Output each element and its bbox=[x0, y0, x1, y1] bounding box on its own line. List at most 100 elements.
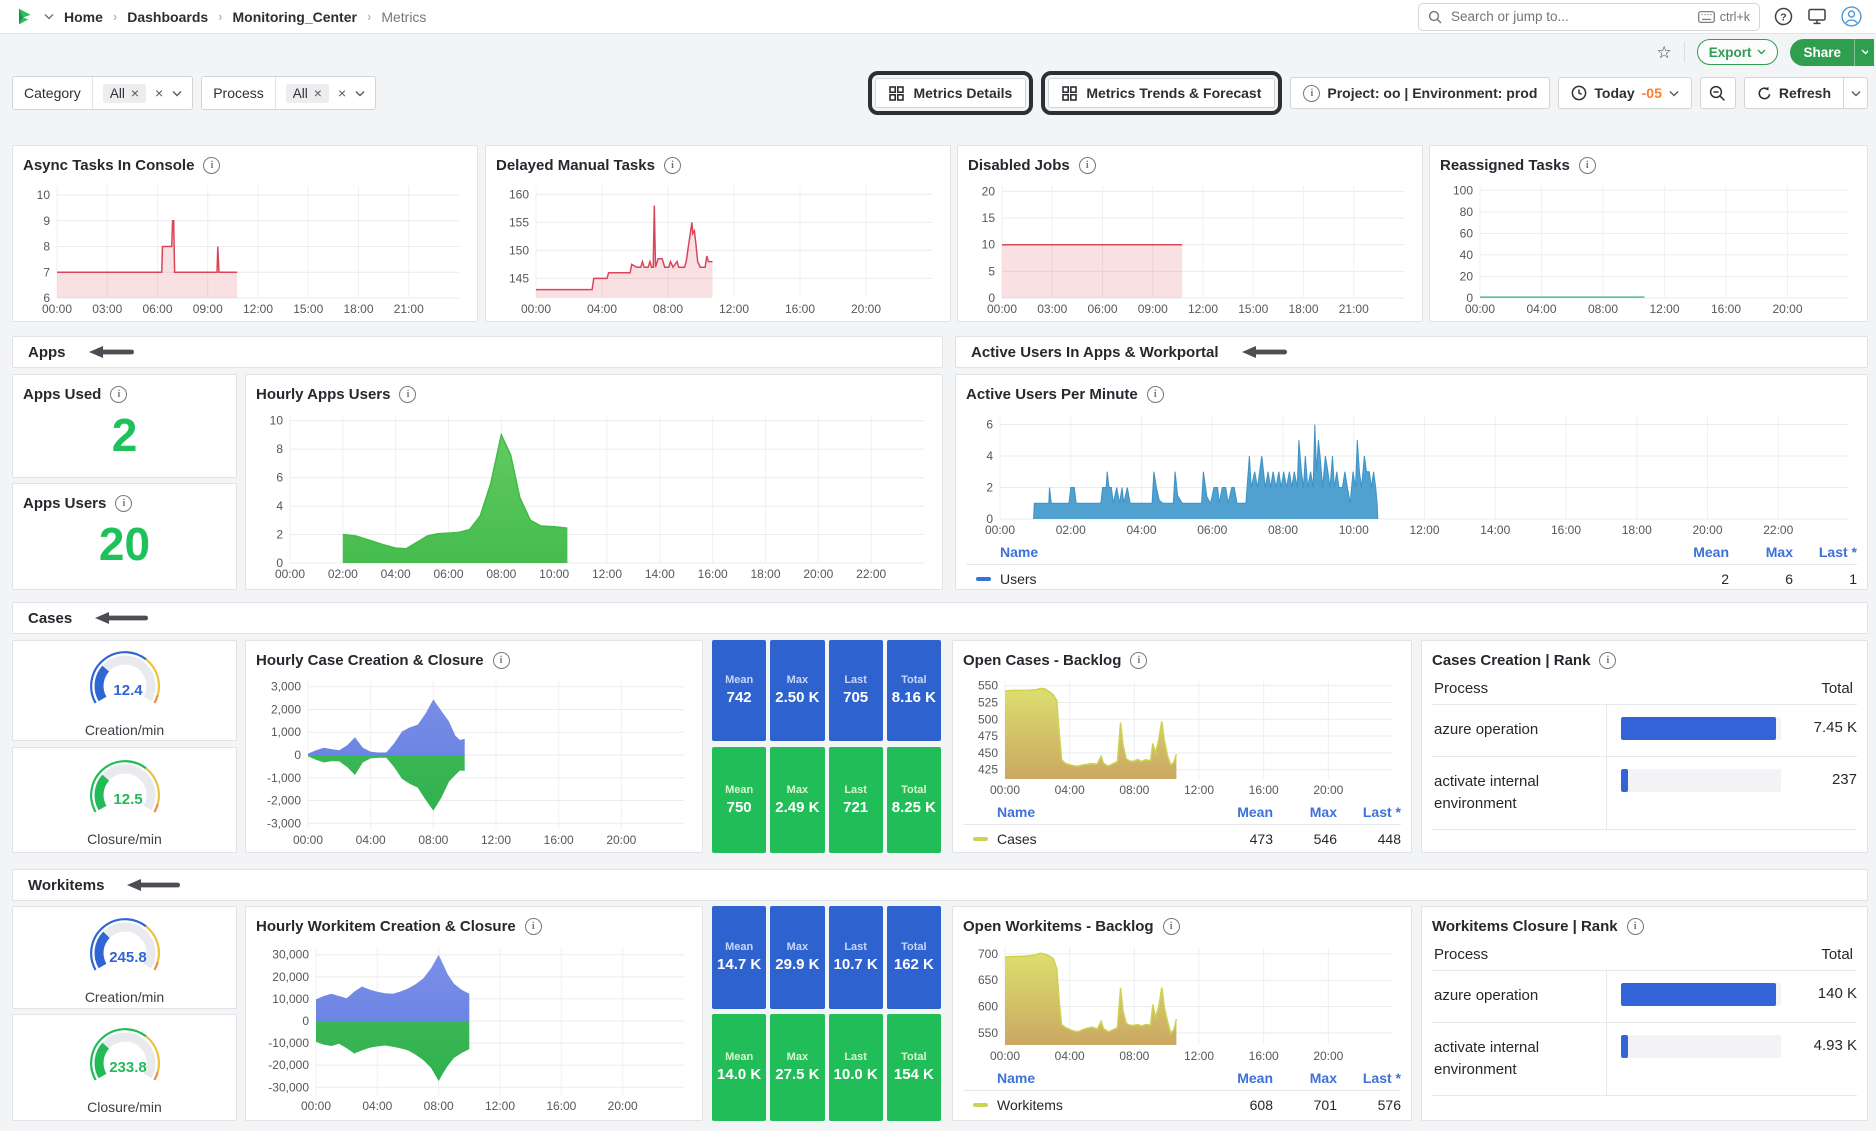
legend-col-name[interactable]: Name bbox=[963, 804, 1209, 820]
info-icon[interactable]: i bbox=[1627, 918, 1644, 935]
panel-title[interactable]: Apps Users bbox=[23, 495, 106, 512]
grafana-logo-icon[interactable] bbox=[14, 7, 34, 27]
panel-title[interactable]: Apps Used bbox=[23, 386, 101, 403]
info-icon[interactable]: i bbox=[399, 386, 416, 403]
stat-tile[interactable]: Max2.49 K bbox=[770, 747, 824, 853]
category-filter-chip[interactable]: All× bbox=[103, 84, 146, 103]
stat-tile[interactable]: Mean14.7 K bbox=[712, 906, 766, 1009]
rank-row[interactable]: activate internal environment 237 bbox=[1432, 757, 1857, 830]
legend-col-last[interactable]: Last * bbox=[1337, 1070, 1401, 1086]
legend-col-mean[interactable]: Mean bbox=[1209, 804, 1273, 820]
info-icon[interactable]: i bbox=[493, 652, 510, 669]
stat-tile[interactable]: Max2.50 K bbox=[770, 640, 824, 741]
search-input[interactable] bbox=[1449, 8, 1691, 25]
share-button[interactable]: Share bbox=[1790, 39, 1854, 66]
legend-col-mean[interactable]: Mean bbox=[1209, 1070, 1273, 1086]
stat-tile[interactable]: Total162 K bbox=[887, 906, 941, 1009]
open-workitems-chart[interactable]: 00:0004:0008:0012:0016:0020:005506006507… bbox=[963, 939, 1401, 1065]
chevron-down-icon[interactable] bbox=[355, 90, 365, 97]
stat-tile[interactable]: Last10.7 K bbox=[829, 906, 883, 1009]
stat-tile[interactable]: Mean14.0 K bbox=[712, 1014, 766, 1121]
info-icon[interactable]: i bbox=[203, 157, 220, 174]
info-icon[interactable]: i bbox=[1599, 652, 1616, 669]
section-header-cases[interactable]: Cases bbox=[12, 602, 1868, 634]
info-icon[interactable]: i bbox=[1163, 918, 1180, 935]
category-filter[interactable]: Category All× × bbox=[12, 76, 193, 110]
legend-row-users[interactable]: Users 2 6 1 bbox=[966, 564, 1857, 590]
panel-title[interactable]: Hourly Apps Users bbox=[256, 386, 390, 403]
hourly-case-chart[interactable]: 00:0004:0008:0012:0016:0020:003,0002,000… bbox=[256, 673, 692, 849]
process-filter-chip[interactable]: All× bbox=[286, 84, 329, 103]
legend-col-last[interactable]: Last * bbox=[1793, 544, 1857, 560]
info-icon[interactable]: i bbox=[664, 157, 681, 174]
legend-col-max[interactable]: Max bbox=[1273, 804, 1337, 820]
time-range-picker[interactable]: Today -05 bbox=[1558, 77, 1691, 109]
share-menu-button[interactable] bbox=[1854, 39, 1874, 66]
favorite-star-icon[interactable]: ☆ bbox=[1656, 44, 1671, 61]
panel-title[interactable]: Workitems Closure | Rank bbox=[1432, 918, 1618, 935]
panel-title[interactable]: Hourly Workitem Creation & Closure bbox=[256, 918, 516, 935]
hourly-workitem-chart[interactable]: 00:0004:0008:0012:0016:0020:0030,00020,0… bbox=[256, 939, 692, 1115]
info-icon[interactable]: i bbox=[1130, 652, 1147, 669]
stat-tile[interactable]: Total154 K bbox=[887, 1014, 941, 1121]
section-header-apps[interactable]: Apps bbox=[12, 336, 943, 368]
stat-tile[interactable]: Total8.25 K bbox=[887, 747, 941, 853]
panel-title[interactable]: Delayed Manual Tasks bbox=[496, 157, 655, 174]
legend-col-last[interactable]: Last * bbox=[1337, 804, 1401, 820]
async-tasks-chart[interactable]: 00:0003:0006:0009:0012:0015:0018:0021:00… bbox=[23, 178, 467, 318]
metrics-details-button[interactable]: Metrics Details bbox=[875, 78, 1026, 108]
info-icon[interactable]: i bbox=[115, 495, 132, 512]
stat-tile[interactable]: Max29.9 K bbox=[770, 906, 824, 1009]
info-icon[interactable]: i bbox=[1579, 157, 1596, 174]
breadcrumb-monitoring-center[interactable]: Monitoring_Center bbox=[233, 9, 357, 25]
info-icon[interactable]: i bbox=[1147, 386, 1164, 403]
delayed-manual-tasks-chart[interactable]: 00:0004:0008:0012:0016:0020:001451501551… bbox=[496, 178, 940, 318]
legend-row-workitems[interactable]: Workitems 608 701 576 bbox=[963, 1090, 1401, 1119]
panel-title[interactable]: Cases Creation | Rank bbox=[1432, 652, 1590, 669]
breadcrumb-home[interactable]: Home bbox=[64, 9, 103, 25]
breadcrumb-dashboards[interactable]: Dashboards bbox=[127, 9, 208, 25]
clear-filter-icon[interactable]: × bbox=[155, 86, 163, 100]
stat-tile[interactable]: Last705 bbox=[829, 640, 883, 741]
reassigned-tasks-chart[interactable]: 00:0004:0008:0012:0016:0020:000204060801… bbox=[1440, 178, 1857, 318]
info-icon[interactable]: i bbox=[110, 386, 127, 403]
user-avatar[interactable] bbox=[1841, 6, 1862, 27]
clear-filter-icon[interactable]: × bbox=[338, 86, 346, 100]
remove-value-icon[interactable]: × bbox=[314, 86, 322, 100]
legend-col-name[interactable]: Name bbox=[963, 1070, 1209, 1086]
panel-title[interactable]: Reassigned Tasks bbox=[1440, 157, 1570, 174]
panel-title[interactable]: Disabled Jobs bbox=[968, 157, 1070, 174]
section-header-workitems[interactable]: Workitems bbox=[12, 869, 1868, 901]
metrics-trends-forecast-button[interactable]: Metrics Trends & Forecast bbox=[1048, 78, 1275, 108]
process-filter[interactable]: Process All× × bbox=[201, 76, 376, 110]
panel-title[interactable]: Active Users Per Minute bbox=[966, 386, 1138, 403]
panel-title[interactable]: Open Workitems - Backlog bbox=[963, 918, 1154, 935]
hourly-apps-users-chart[interactable]: 00:0002:0004:0006:0008:0010:0012:0014:00… bbox=[256, 407, 932, 583]
disabled-jobs-chart[interactable]: 00:0003:0006:0009:0012:0015:0018:0021:00… bbox=[968, 178, 1412, 318]
search-box[interactable]: ctrl+k bbox=[1418, 3, 1760, 31]
panel-title[interactable]: Async Tasks In Console bbox=[23, 157, 194, 174]
export-button[interactable]: Export bbox=[1697, 39, 1779, 65]
refresh-button[interactable]: Refresh bbox=[1744, 77, 1844, 109]
zoom-out-button[interactable] bbox=[1700, 77, 1736, 109]
stat-tile[interactable]: Total8.16 K bbox=[887, 640, 941, 741]
info-icon[interactable]: i bbox=[1079, 157, 1096, 174]
info-icon[interactable]: i bbox=[525, 918, 542, 935]
panel-title[interactable]: Open Cases - Backlog bbox=[963, 652, 1121, 669]
legend-col-max[interactable]: Max bbox=[1273, 1070, 1337, 1086]
stat-tile[interactable]: Last10.0 K bbox=[829, 1014, 883, 1121]
panel-title[interactable]: Hourly Case Creation & Closure bbox=[256, 652, 484, 669]
legend-col-max[interactable]: Max bbox=[1729, 544, 1793, 560]
rank-row[interactable]: azure operation 140 K bbox=[1432, 971, 1857, 1023]
active-users-chart[interactable]: 00:0002:0004:0006:0008:0010:0012:0014:00… bbox=[966, 407, 1857, 539]
rank-row[interactable]: activate internal environment 4.93 K bbox=[1432, 1023, 1857, 1096]
stat-tile[interactable]: Last721 bbox=[829, 747, 883, 853]
open-cases-chart[interactable]: 00:0004:0008:0012:0016:0020:004254504755… bbox=[963, 673, 1401, 799]
legend-row-cases[interactable]: Cases 473 546 448 bbox=[963, 824, 1401, 853]
chevron-down-icon[interactable] bbox=[44, 13, 54, 20]
legend-col-mean[interactable]: Mean bbox=[1665, 544, 1729, 560]
section-header-active-users[interactable]: Active Users In Apps & Workportal bbox=[955, 336, 1868, 368]
project-environment-info[interactable]: i Project: oo | Environment: prod bbox=[1290, 77, 1550, 109]
refresh-interval-button[interactable] bbox=[1844, 77, 1868, 109]
news-monitor-icon[interactable] bbox=[1807, 7, 1827, 26]
